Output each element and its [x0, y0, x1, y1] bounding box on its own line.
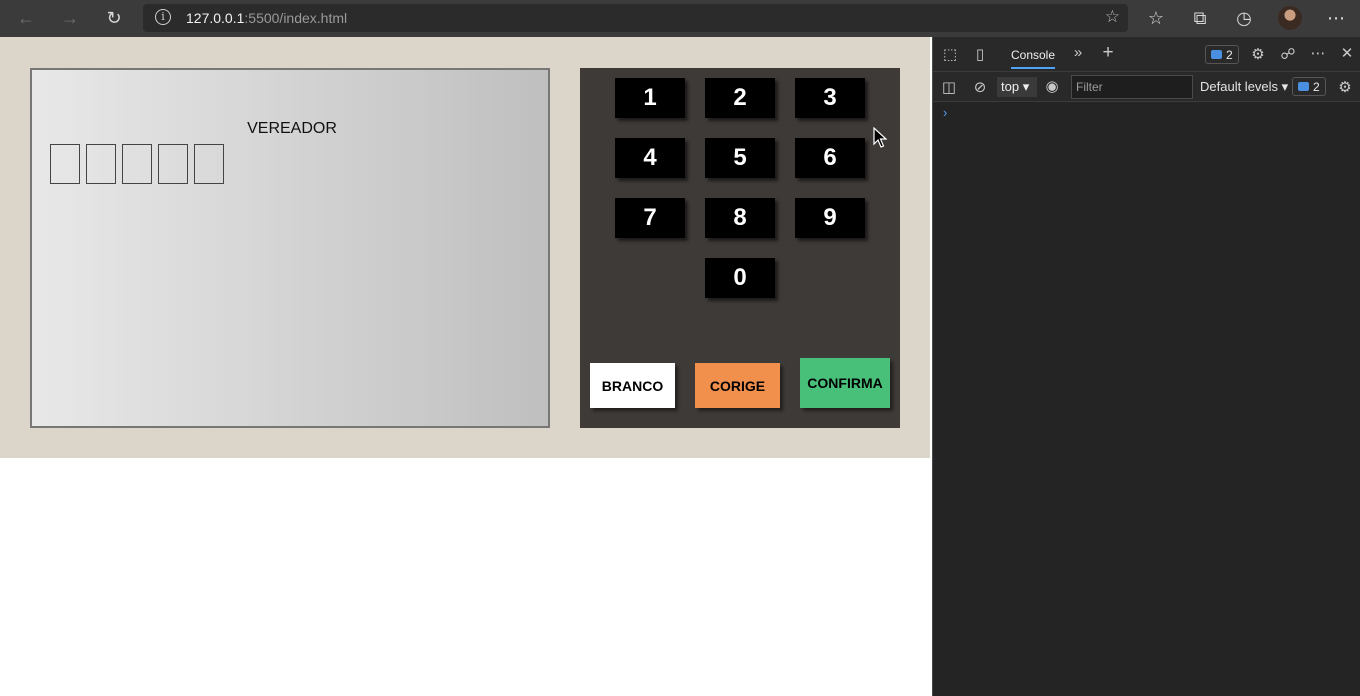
- key-6[interactable]: 6: [795, 138, 865, 178]
- console-prompt-icon[interactable]: ›: [943, 105, 947, 120]
- key-1[interactable]: 1: [615, 78, 685, 118]
- collections-icon[interactable]: ⧉: [1185, 4, 1215, 32]
- back-icon[interactable]: ←: [11, 4, 41, 32]
- url-text: 127.0.0.1:5500/index.html: [186, 10, 347, 26]
- favorites-icon[interactable]: ☆: [1141, 4, 1171, 32]
- tab-console[interactable]: Console: [1003, 37, 1063, 72]
- message-icon: [1211, 50, 1222, 59]
- more-options-icon[interactable]: ⋯: [1309, 44, 1327, 62]
- devtools-panel: ⬚ ▯ Console » + 2 ⚙ ☍ ⋯ ✕ ◫ ⊘ top ▾ ◉ De…: [932, 37, 1360, 696]
- key-2[interactable]: 2: [705, 78, 775, 118]
- history-icon[interactable]: ◷: [1229, 4, 1259, 32]
- urna-keypad: 1 2 3 4 5 6 7 8 9 0 BRANCO CORIGE CONFIR…: [580, 68, 900, 428]
- key-8[interactable]: 8: [705, 198, 775, 238]
- digit-box-1: [50, 144, 80, 184]
- browser-toolbar: ← → ↻ i 127.0.0.1:5500/index.html ☆ ☆ ⧉ …: [0, 0, 1360, 37]
- digit-box-2: [86, 144, 116, 184]
- issues-badge[interactable]: 2: [1205, 45, 1239, 64]
- device-toolbar-icon[interactable]: ▯: [971, 45, 989, 63]
- context-select[interactable]: top ▾: [997, 77, 1037, 97]
- forward-icon[interactable]: →: [55, 4, 85, 32]
- clear-console-icon[interactable]: ⊘: [971, 78, 989, 96]
- log-levels-select[interactable]: Default levels ▾: [1200, 79, 1288, 95]
- urna-screen: VEREADOR: [30, 68, 550, 428]
- key-9[interactable]: 9: [795, 198, 865, 238]
- mouse-cursor-icon: [873, 127, 887, 148]
- console-settings-icon[interactable]: ⚙: [1336, 78, 1354, 96]
- key-3[interactable]: 3: [795, 78, 865, 118]
- log-levels-label: Default levels: [1200, 79, 1279, 94]
- corrige-button[interactable]: CORIGE: [695, 363, 780, 408]
- context-value: top: [1001, 79, 1020, 94]
- profile-avatar[interactable]: [1278, 6, 1302, 30]
- close-devtools-icon[interactable]: ✕: [1338, 44, 1356, 62]
- digit-box-3: [122, 144, 152, 184]
- more-tabs-icon[interactable]: »: [1069, 44, 1087, 61]
- sidebar-toggle-icon[interactable]: ◫: [940, 78, 958, 96]
- more-menu-icon[interactable]: ⋯: [1321, 4, 1351, 32]
- console-toolbar: ◫ ⊘ top ▾ ◉ Default levels ▾ 2 ⚙: [933, 72, 1360, 102]
- role-title: VEREADOR: [247, 120, 337, 137]
- address-bar[interactable]: i 127.0.0.1:5500/index.html ☆: [143, 4, 1128, 32]
- key-7[interactable]: 7: [615, 198, 685, 238]
- messages-count: 2: [1313, 79, 1320, 94]
- add-favorite-icon[interactable]: ☆: [1105, 7, 1120, 27]
- digit-box-5: [194, 144, 224, 184]
- connect-device-icon[interactable]: ☍: [1279, 45, 1297, 63]
- console-filter-input[interactable]: [1071, 75, 1193, 99]
- settings-gear-icon[interactable]: ⚙: [1249, 45, 1267, 63]
- inspect-element-icon[interactable]: ⬚: [941, 45, 959, 63]
- devtools-tab-bar: ⬚ ▯ Console » + 2 ⚙ ☍ ⋯ ✕: [933, 37, 1360, 72]
- url-host: 127.0.0.1: [186, 10, 245, 26]
- branco-button[interactable]: BRANCO: [590, 363, 675, 408]
- digit-box-4: [158, 144, 188, 184]
- message-icon: [1298, 82, 1309, 91]
- key-4[interactable]: 4: [615, 138, 685, 178]
- urna-page: VEREADOR 1 2 3 4 5 6 7 8 9 0 BRANCO CORI…: [0, 37, 930, 458]
- confirma-button[interactable]: CONFIRMA: [800, 358, 890, 408]
- add-tab-icon[interactable]: +: [1099, 42, 1117, 64]
- key-5[interactable]: 5: [705, 138, 775, 178]
- reload-icon[interactable]: ↻: [99, 4, 129, 32]
- issues-count: 2: [1226, 47, 1233, 62]
- site-info-icon[interactable]: i: [155, 9, 171, 25]
- messages-badge[interactable]: 2: [1292, 77, 1326, 96]
- url-path: :5500/index.html: [244, 10, 348, 26]
- live-expression-eye-icon[interactable]: ◉: [1043, 77, 1061, 95]
- key-0[interactable]: 0: [705, 258, 775, 298]
